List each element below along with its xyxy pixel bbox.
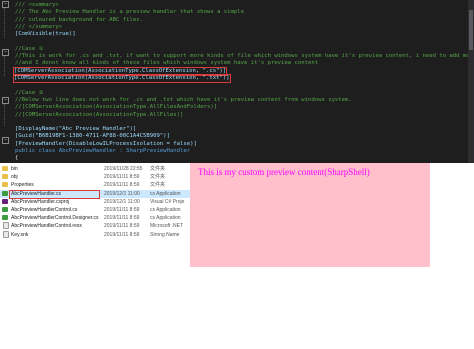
file-row[interactable]: AbcPreviewHandler.cs 2019/12/1 11:00 cs Ap… — [0, 189, 190, 199]
file-row[interactable]: AbcPreviewHandlerControl.Designer.cs 2019… — [0, 214, 190, 222]
code-line[interactable]: public class AbcPreviewHandler : SharpPr… — [15, 147, 190, 155]
file-date: 2019/11/11 8:59 — [104, 215, 140, 222]
file-row[interactable]: AbcPreviewHandlerControl.resx 2019/11/11 … — [0, 222, 190, 230]
file-type: cs Application — [150, 207, 181, 213]
file-date: 2019/11/11 8:59 — [104, 207, 140, 213]
file-name: Key.snk — [11, 231, 29, 238]
file-name: bin — [11, 166, 18, 172]
file-date: 2019/11/11 8:59 — [104, 174, 140, 181]
file-name: AbcPreviewHandlerControl.resx — [11, 223, 82, 230]
file-type: cs Application — [150, 190, 181, 197]
file-name: AbcPreviewHandler.csproj — [11, 198, 70, 205]
editor-scrollbar[interactable] — [468, 0, 474, 163]
fold-toggle-icon[interactable]: − — [2, 137, 9, 144]
preview-pane: This is my custom preview content(SharpS… — [190, 163, 430, 267]
file-type: 文件夹 — [150, 166, 166, 172]
file-row[interactable]: AbcPreviewHandlerControl.cs 2019/11/11 8:… — [0, 206, 190, 214]
file-name: AbcPreviewHandler.cs — [11, 190, 62, 197]
indent-guide — [4, 56, 5, 76]
file-date: 2019/11/11 8:59 — [104, 182, 140, 189]
preview-area: This is my custom preview content(SharpS… — [190, 163, 474, 349]
file-type: Visual C# Proje — [150, 198, 185, 205]
fold-toggle-icon[interactable]: − — [2, 97, 9, 104]
code-line[interactable]: //[COMServerAssociation(AssociationType.… — [15, 111, 183, 119]
file-date: 2019/12/1 11:00 — [104, 190, 140, 197]
file-row[interactable]: Key.snk 2019/11/11 8:59 Strong Name — [0, 230, 190, 239]
file-name: obj — [11, 174, 18, 181]
file-date: 2019/12/1 11:00 — [104, 198, 140, 205]
fold-toggle-icon[interactable]: − — [2, 49, 9, 56]
file-type: cs Application — [150, 215, 181, 222]
editor-gutter: − − − − — [0, 0, 10, 163]
folder-icon — [2, 182, 8, 188]
file-date: 2019/11/28 22:55 — [104, 166, 143, 172]
file-date: 2019/11/11 8:59 — [104, 231, 140, 238]
indent-guide — [4, 8, 5, 38]
preview-content-text: This is my custom preview content(SharpS… — [198, 167, 370, 177]
code-line[interactable]: [COMServerAssociation(AssociationType.Cl… — [13, 74, 231, 83]
code-line[interactable]: { — [15, 154, 18, 162]
csharp-file-icon — [2, 215, 8, 221]
file-type: Strong Name — [150, 231, 180, 238]
code-editor[interactable]: − − − − /// <summary>/// The Abc Preview… — [0, 0, 474, 163]
folder-icon — [2, 166, 8, 171]
file-row[interactable]: AbcPreviewHandler.csproj 2019/12/1 11:00 V… — [0, 198, 190, 206]
code-line[interactable]: [ComVisible(true)] — [15, 30, 76, 38]
file-name: AbcPreviewHandlerControl.cs — [11, 207, 78, 213]
csharp-file-icon — [2, 207, 8, 212]
file-row[interactable]: Properties 2019/11/11 8:59 文件夹 — [0, 181, 190, 189]
file-explorer-list[interactable]: bin 2019/11/28 22:55 文件夹 obj 2019/11/11 8:59… — [0, 163, 190, 349]
fold-toggle-icon[interactable]: − — [2, 1, 9, 8]
project-file-icon — [2, 198, 8, 204]
folder-icon — [2, 174, 8, 180]
scrollbar-thumb[interactable] — [469, 10, 473, 50]
file-row[interactable]: bin 2019/11/28 22:55 文件夹 — [0, 165, 190, 173]
csharp-file-icon — [2, 190, 8, 196]
file-icon — [3, 230, 9, 238]
indent-guide — [4, 104, 5, 126]
file-name: Properties — [11, 182, 34, 189]
file-type: 文件夹 — [150, 182, 166, 189]
file-row[interactable]: obj 2019/11/11 8:59 文件夹 — [0, 173, 190, 181]
file-type: 文件夹 — [150, 174, 166, 181]
file-name: AbcPreviewHandlerControl.Designer.cs — [11, 215, 99, 222]
file-icon — [3, 222, 9, 230]
file-type: Microsoft .NET — [150, 223, 184, 230]
file-date: 2019/11/11 8:59 — [104, 223, 140, 230]
